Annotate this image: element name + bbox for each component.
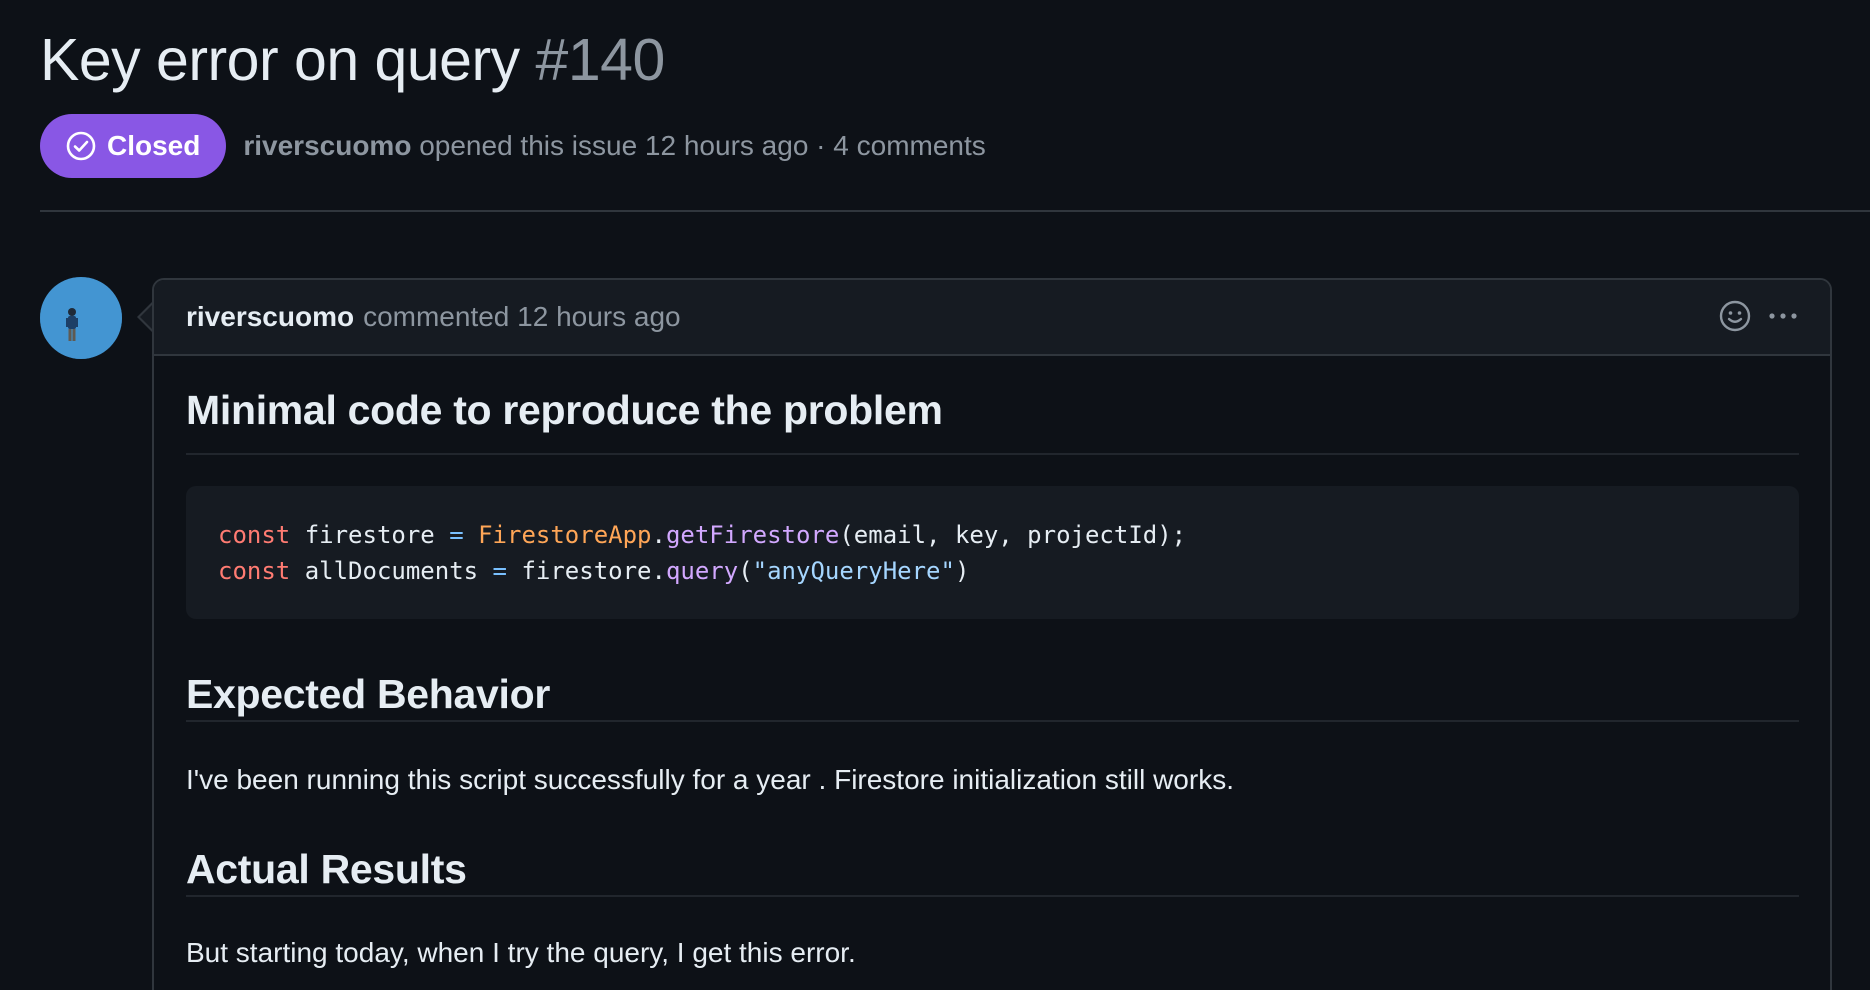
header-divider <box>40 210 1870 212</box>
code-variable: allDocuments <box>304 557 479 585</box>
code-string: "anyQueryHere" <box>752 557 955 585</box>
code-operator: = <box>492 557 507 585</box>
code-object: firestore. <box>521 557 666 585</box>
avatar[interactable] <box>40 277 122 359</box>
kebab-horizontal-icon[interactable] <box>1766 299 1800 333</box>
code-block: const firestore = FirestoreApp.getFirest… <box>186 486 1799 619</box>
code-function: query <box>665 557 739 585</box>
issue-meta: Closed riverscuomo opened this issue 12 … <box>40 114 1870 178</box>
comment-header: riverscuomo commented 12 hours ago <box>154 280 1830 356</box>
issue-author-link[interactable]: riverscuomo <box>243 130 411 161</box>
code-keyword: const <box>218 557 291 585</box>
expected-behavior-text: I've been running this script successful… <box>186 764 1234 795</box>
smiley-icon[interactable] <box>1718 299 1752 333</box>
heading-actual-results: Actual Results <box>186 849 1799 897</box>
code-operator: = <box>449 521 464 549</box>
issue-header: Key error on query #140 Closed riverscuo… <box>40 22 1870 178</box>
code-paren-open: ( <box>738 557 753 585</box>
code-paren-close: ) <box>954 557 970 585</box>
actual-results-text: But starting today, when I try the query… <box>186 937 856 968</box>
code-line-1: const firestore = FirestoreApp.getFirest… <box>218 521 1186 549</box>
closed-state-badge: Closed <box>40 114 227 178</box>
code-class: FirestoreApp <box>478 521 652 549</box>
comment-timestamp[interactable]: commented 12 hours ago <box>363 301 681 333</box>
issue-title: Key error on query #140 <box>40 22 1870 98</box>
issue-title-text: Key error on query <box>40 27 520 93</box>
comment-author-link[interactable]: riverscuomo <box>186 301 354 333</box>
issue-meta-text: riverscuomo opened this issue 12 hours a… <box>243 130 985 162</box>
avatar-image <box>40 277 122 359</box>
code-line-2: const allDocuments = firestore.query("an… <box>218 557 969 585</box>
code-function: getFirestore <box>665 521 840 549</box>
issue-opened-text: opened this issue 12 hours ago · 4 comme… <box>419 130 986 161</box>
state-label: Closed <box>107 130 201 161</box>
comment-box: riverscuomo commented 12 hours ago Minim… <box>152 278 1832 990</box>
comment-actions <box>1718 299 1800 333</box>
code-args: (email, key, projectId); <box>839 521 1187 549</box>
code-variable: firestore <box>304 521 435 549</box>
code-dot: . <box>651 521 666 549</box>
heading-minimal-code: Minimal code to reproduce the problem <box>186 356 1799 455</box>
heading-expected-behavior: Expected Behavior <box>186 674 1799 722</box>
check-circle-icon <box>65 130 97 162</box>
issue-number: #140 <box>535 27 666 93</box>
comment-body: Minimal code to reproduce the problem co… <box>154 356 1830 971</box>
issue-page: Key error on query #140 Closed riverscuo… <box>0 0 1870 990</box>
code-keyword: const <box>218 521 291 549</box>
